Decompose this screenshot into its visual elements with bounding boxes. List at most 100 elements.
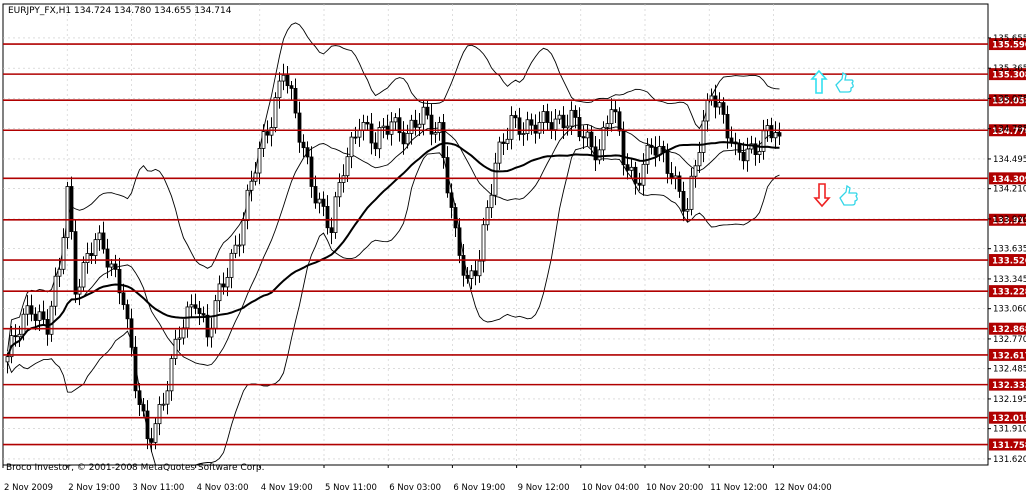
candle-body [769,125,774,139]
candle-body [737,143,742,153]
candle-body [345,156,350,177]
candle-body [505,138,510,144]
price-tick-label: 133.920 [993,215,1026,225]
candle-body [553,118,558,131]
price-axis: 135.655 135.365 135.075 134.785 134.495 134.2… [988,34,1026,465]
candle-body [357,129,362,138]
candle-body [761,130,766,152]
copyright-text: Broco Investor, © 2001-2008 MetaQuotes S… [6,463,265,473]
candle-body [681,190,686,212]
time-tick-label: 10 Nov 04:00 [582,483,639,493]
candle-body [273,97,278,128]
candle-body [481,224,486,262]
candle-body [249,180,254,191]
candle-body [61,237,66,270]
time-tick-label: 3 Nov 11:00 [132,483,184,493]
candle-body [773,132,778,139]
candle-body [717,102,722,108]
candle-body [329,227,334,233]
candle-body [73,231,78,295]
candle-body [465,274,470,279]
candle-body [121,292,126,306]
candle-body [361,121,366,131]
candle-body [729,137,734,143]
candle-body [777,132,782,137]
candle-body [389,121,394,135]
candle-body [641,163,646,186]
candle-body [305,147,310,158]
candle-body [257,148,262,174]
candle-body [317,198,322,204]
candle-body [197,307,202,314]
candle-body [673,175,678,179]
price-chart[interactable]: 135.596135.308135.058134.770134.309133.9… [0,0,1026,495]
candle-body [269,127,274,136]
candle-body [245,189,250,221]
candle-body [89,253,94,256]
time-tick-label: 11 Nov 12:00 [710,483,767,493]
candle [273,92,278,133]
candle-body [517,117,522,135]
candle-body [301,141,306,149]
candle-body [713,95,718,108]
candle-body [561,114,566,129]
candle-body [449,192,454,208]
candle-body [129,318,134,348]
candle-body [141,404,146,412]
candle-body [569,109,574,127]
candle-body [81,262,86,288]
candle-body [645,144,650,165]
candle-body [693,165,698,177]
candle-body [525,119,530,134]
price-tick-label: 132.770 [993,335,1026,345]
candle-body [217,283,222,302]
candle-body [13,335,18,338]
level-price-label: 132.617 [992,351,1026,361]
candle-body [393,117,398,123]
candle-body [521,133,526,135]
candle-body [461,255,466,276]
candle-body [205,314,210,338]
candle-body [605,123,610,128]
candle-body [573,109,578,118]
candle-body [625,164,630,171]
level-price-label: 132.868 [992,325,1026,335]
candle-body [17,333,22,338]
candle-body [333,196,338,233]
candle-body [233,244,238,254]
candle-body [289,85,294,89]
candle [213,294,218,334]
candle-body [33,313,38,321]
candle-body [721,102,726,115]
candle-body [589,131,594,148]
candle-body [201,313,206,316]
candle-body [137,390,142,405]
candle-body [41,311,46,320]
candle-body [189,304,194,308]
chart-window[interactable]: 135.596135.308135.058134.770134.309133.9… [0,0,1026,495]
candle-body [145,410,150,440]
candle-body [101,232,106,250]
candle-body [453,207,458,229]
candle-body [37,311,42,321]
candle-body [489,194,494,209]
candle-body [637,182,642,186]
candle-body [349,136,354,158]
level-price-label: 133.228 [992,288,1026,298]
candle-body [193,304,198,309]
candle-body [633,166,638,184]
candle-body [321,198,326,207]
level-price-label: 134.309 [992,175,1026,185]
candle-body [445,157,450,194]
candle-body [529,119,534,126]
candle-body [557,114,562,120]
time-tick-label: 4 Nov 19:00 [261,483,313,493]
time-tick-label: 9 Nov 12:00 [518,483,570,493]
candle-body [369,123,374,144]
price-tick-label: 133.345 [993,275,1026,285]
time-tick-label: 6 Nov 19:00 [453,483,505,493]
candle-body [405,133,410,145]
candle-body [109,263,114,268]
candle-body [365,121,370,125]
candle-body [509,115,514,140]
